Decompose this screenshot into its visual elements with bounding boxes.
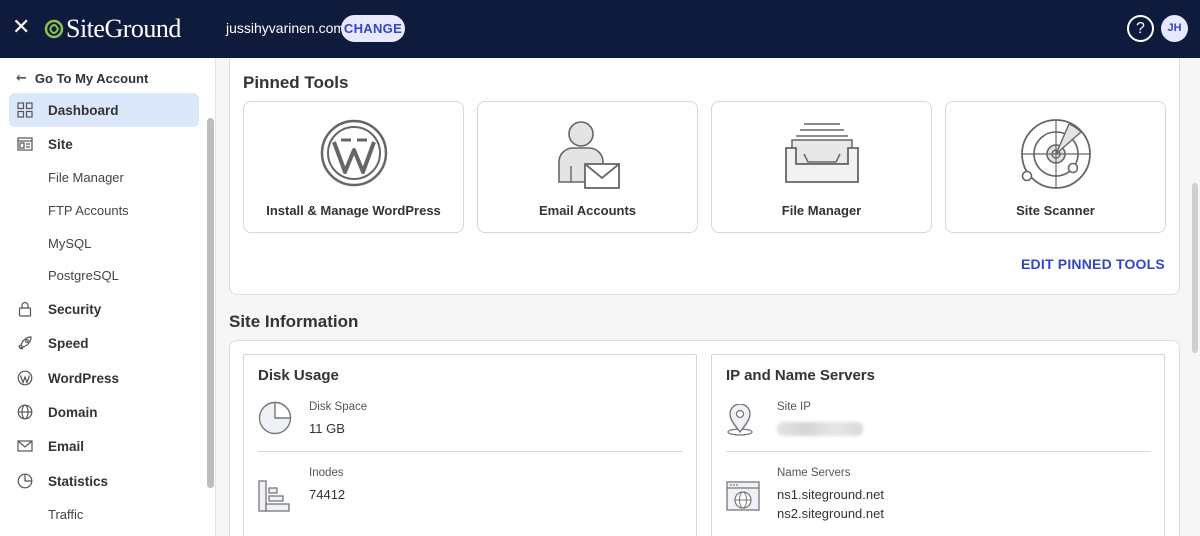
sidebar: ← Go To My Account Dashboard Site File M… <box>0 58 216 536</box>
grid-icon <box>17 102 33 118</box>
ip-name-servers-title: IP and Name Servers <box>726 367 875 384</box>
sidebar-subitem-mysql[interactable]: MySQL <box>48 236 91 251</box>
sidebar-item-statistics[interactable]: Statistics <box>9 464 199 498</box>
name-server-2: ns2.siteground.net <box>777 506 884 521</box>
sidebar-subitem-traffic[interactable]: Traffic <box>48 507 83 522</box>
disk-space-value: 11 GB <box>309 421 345 436</box>
sidebar-item-domain[interactable]: Domain <box>9 395 199 429</box>
tool-install-wordpress[interactable]: Install & Manage WordPress <box>243 101 464 233</box>
sidebar-item-wordpress[interactable]: WordPress <box>9 361 199 395</box>
tool-file-manager[interactable]: File Manager <box>711 101 932 233</box>
pie-chart-icon <box>17 473 33 489</box>
inodes-label: Inodes <box>309 467 344 479</box>
tool-email-accounts[interactable]: Email Accounts <box>477 101 698 233</box>
brand-name: SiteGround <box>66 14 181 43</box>
sidebar-subitem-ftp-accounts[interactable]: FTP Accounts <box>48 203 129 218</box>
tool-label: File Manager <box>781 203 862 218</box>
file-tray-icon <box>712 118 931 190</box>
site-ip-label: Site IP <box>777 401 811 413</box>
tool-label: Site Scanner <box>1016 203 1095 218</box>
close-icon[interactable]: ✕ <box>12 16 30 40</box>
web-server-icon <box>726 480 760 517</box>
arrow-left-icon: ← <box>16 70 27 86</box>
site-information-title: Site Information <box>229 312 359 331</box>
tool-label: Email Accounts <box>538 203 637 218</box>
sidebar-subitem-file-manager[interactable]: File Manager <box>48 170 124 185</box>
go-to-account-link[interactable]: ← Go To My Account <box>16 68 148 88</box>
disk-space-label: Disk Space <box>309 401 368 413</box>
lock-icon <box>17 301 33 317</box>
avatar[interactable]: JH <box>1161 15 1188 42</box>
inodes-value: 74412 <box>309 487 346 502</box>
sidebar-item-site[interactable]: Site <box>9 127 199 161</box>
globe-icon <box>17 404 33 420</box>
sidebar-scrollbar[interactable] <box>207 118 214 488</box>
change-domain-button[interactable]: CHANGE <box>341 15 405 42</box>
tool-site-scanner[interactable]: Site Scanner <box>945 101 1166 233</box>
radar-icon <box>946 118 1165 190</box>
disk-usage-title: Disk Usage <box>258 367 339 384</box>
divider <box>258 451 683 452</box>
sidebar-item-label: Statistics <box>48 473 109 489</box>
sidebar-item-email[interactable]: Email <box>9 429 199 463</box>
sidebar-item-speed[interactable]: Speed <box>9 326 199 360</box>
top-bar: ✕ SiteGround jussihyvarinen.com CHANGE ?… <box>0 0 1200 58</box>
inodes-icon <box>258 480 290 517</box>
wordpress-logo-icon <box>244 118 463 190</box>
main-scrollbar[interactable] <box>1192 183 1198 353</box>
rocket-icon <box>17 335 33 351</box>
pie-chart-icon <box>258 401 292 440</box>
help-icon[interactable]: ? <box>1127 15 1154 42</box>
sidebar-item-label: WordPress <box>48 370 120 386</box>
site-icon <box>17 136 33 152</box>
pinned-tools-title: Pinned Tools <box>243 73 349 92</box>
siteground-leaf-icon <box>44 19 64 39</box>
sidebar-item-label: Domain <box>48 404 98 420</box>
sidebar-item-label: Security <box>48 301 102 317</box>
sidebar-item-label: Site <box>48 136 73 152</box>
site-ip-value-redacted <box>777 422 863 436</box>
envelope-icon <box>17 438 33 454</box>
sidebar-item-label: Email <box>48 438 85 454</box>
wordpress-icon <box>17 370 33 386</box>
sidebar-item-label: Speed <box>48 335 89 351</box>
siteground-logo[interactable]: SiteGround <box>44 13 181 45</box>
sidebar-item-security[interactable]: Security <box>9 292 199 326</box>
divider <box>726 451 1151 452</box>
name-server-1: ns1.siteground.net <box>777 487 884 502</box>
location-pin-icon <box>726 403 754 441</box>
edit-pinned-tools-link[interactable]: EDIT PINNED TOOLS <box>1021 256 1165 272</box>
go-to-account-label: Go To My Account <box>34 70 149 86</box>
email-accounts-icon <box>478 118 697 190</box>
sidebar-item-label: Dashboard <box>48 102 119 118</box>
sidebar-item-dashboard[interactable]: Dashboard <box>9 93 199 127</box>
name-servers-label: Name Servers <box>777 467 851 479</box>
sidebar-subitem-postgresql[interactable]: PostgreSQL <box>48 268 119 283</box>
tool-label: Install & Manage WordPress <box>266 203 441 218</box>
current-domain: jussihyvarinen.com <box>226 20 346 36</box>
